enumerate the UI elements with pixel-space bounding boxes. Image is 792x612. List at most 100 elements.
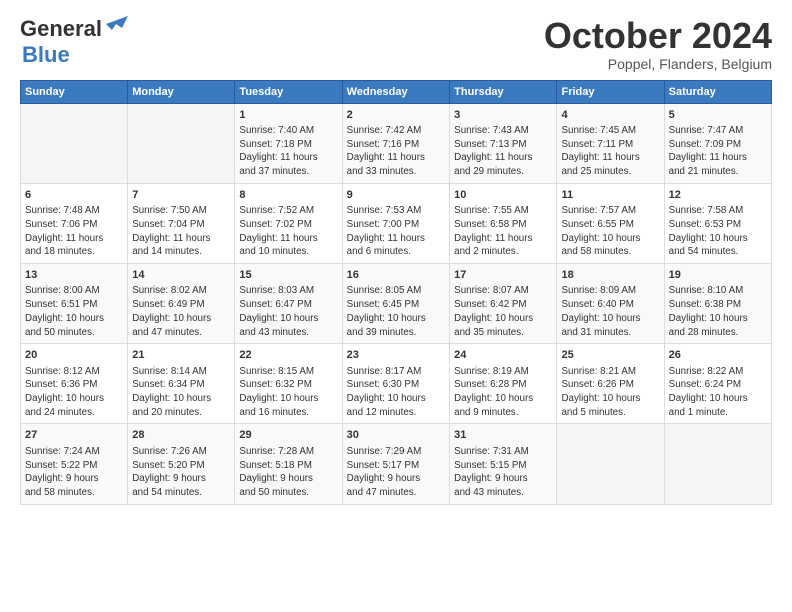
day-number: 2	[347, 108, 445, 123]
table-row: 20 Sunrise: 8:12 AM Sunset: 6:36 PM Dayli…	[21, 344, 128, 424]
table-row: 17Sunrise: 8:07 AM Sunset: 6:42 PM Dayli…	[450, 264, 557, 344]
day-number: 1	[239, 108, 337, 123]
logo-blue: Blue	[22, 42, 70, 67]
day-info: Sunrise: 7:31 AM Sunset: 5:15 PM Dayligh…	[454, 445, 552, 500]
day-number: 29	[239, 428, 337, 443]
day-number: 10	[454, 188, 552, 203]
table-row: 1Sunrise: 7:40 AM Sunset: 7:18 PM Daylig…	[235, 103, 342, 183]
col-sunday: Sunday	[21, 80, 128, 103]
day-info: Sunrise: 8:14 AM Sunset: 6:34 PM Dayligh…	[132, 365, 230, 420]
day-info: Sunrise: 7:45 AM Sunset: 7:11 PM Dayligh…	[561, 124, 659, 179]
col-tuesday: Tuesday	[235, 80, 342, 103]
table-row: 3Sunrise: 7:43 AM Sunset: 7:13 PM Daylig…	[450, 103, 557, 183]
table-row: 13Sunrise: 8:00 AM Sunset: 6:51 PM Dayli…	[21, 264, 128, 344]
col-friday: Friday	[557, 80, 664, 103]
day-info: Sunrise: 7:28 AM Sunset: 5:18 PM Dayligh…	[239, 445, 337, 500]
table-row: 5Sunrise: 7:47 AM Sunset: 7:09 PM Daylig…	[664, 103, 771, 183]
day-number: 14	[132, 268, 230, 283]
day-number: 18	[561, 268, 659, 283]
title-block: October 2024 Poppel, Flanders, Belgium	[544, 16, 772, 72]
table-row: 8Sunrise: 7:52 AM Sunset: 7:02 PM Daylig…	[235, 183, 342, 263]
day-info: Sunrise: 7:42 AM Sunset: 7:16 PM Dayligh…	[347, 124, 445, 179]
day-number: 7	[132, 188, 230, 203]
day-info: Sunrise: 8:03 AM Sunset: 6:47 PM Dayligh…	[239, 284, 337, 339]
day-number: 9	[347, 188, 445, 203]
day-info: Sunrise: 7:48 AM Sunset: 7:06 PM Dayligh…	[25, 204, 123, 259]
day-number: 25	[561, 348, 659, 363]
day-info: Sunrise: 8:12 AM Sunset: 6:36 PM Dayligh…	[25, 365, 123, 420]
day-info: Sunrise: 7:47 AM Sunset: 7:09 PM Dayligh…	[669, 124, 767, 179]
day-number: 17	[454, 268, 552, 283]
table-row: 6Sunrise: 7:48 AM Sunset: 7:06 PM Daylig…	[21, 183, 128, 263]
table-row: 4Sunrise: 7:45 AM Sunset: 7:11 PM Daylig…	[557, 103, 664, 183]
table-row: 16Sunrise: 8:05 AM Sunset: 6:45 PM Dayli…	[342, 264, 449, 344]
table-row	[128, 103, 235, 183]
day-info: Sunrise: 7:26 AM Sunset: 5:20 PM Dayligh…	[132, 445, 230, 500]
day-number: 20	[25, 348, 123, 363]
calendar-body: 1Sunrise: 7:40 AM Sunset: 7:18 PM Daylig…	[21, 103, 772, 504]
table-row: 18Sunrise: 8:09 AM Sunset: 6:40 PM Dayli…	[557, 264, 664, 344]
day-info: Sunrise: 8:02 AM Sunset: 6:49 PM Dayligh…	[132, 284, 230, 339]
day-number: 6	[25, 188, 123, 203]
day-info: Sunrise: 7:58 AM Sunset: 6:53 PM Dayligh…	[669, 204, 767, 259]
day-number: 15	[239, 268, 337, 283]
day-number: 30	[347, 428, 445, 443]
header: General Blue October 2024 Poppel, Flande…	[20, 16, 772, 72]
logo: General Blue	[20, 16, 128, 68]
day-number: 31	[454, 428, 552, 443]
table-row	[664, 424, 771, 504]
day-info: Sunrise: 7:52 AM Sunset: 7:02 PM Dayligh…	[239, 204, 337, 259]
week-row-2: 6Sunrise: 7:48 AM Sunset: 7:06 PM Daylig…	[21, 183, 772, 263]
table-row: 9Sunrise: 7:53 AM Sunset: 7:00 PM Daylig…	[342, 183, 449, 263]
day-info: Sunrise: 8:07 AM Sunset: 6:42 PM Dayligh…	[454, 284, 552, 339]
table-row: 2Sunrise: 7:42 AM Sunset: 7:16 PM Daylig…	[342, 103, 449, 183]
table-row: 24 Sunrise: 8:19 AM Sunset: 6:28 PM Dayli…	[450, 344, 557, 424]
table-row: 14Sunrise: 8:02 AM Sunset: 6:49 PM Dayli…	[128, 264, 235, 344]
table-row	[557, 424, 664, 504]
table-row: 25 Sunrise: 8:21 AM Sunset: 6:26 PM Dayli…	[557, 344, 664, 424]
week-row-1: 1Sunrise: 7:40 AM Sunset: 7:18 PM Daylig…	[21, 103, 772, 183]
week-row-5: 27 Sunrise: 7:24 AM Sunset: 5:22 PM Dayli…	[21, 424, 772, 504]
header-row: Sunday Monday Tuesday Wednesday Thursday…	[21, 80, 772, 103]
day-info: Sunrise: 8:22 AM Sunset: 6:24 PM Dayligh…	[669, 365, 767, 420]
day-number: 22	[239, 348, 337, 363]
day-info: Sunrise: 7:50 AM Sunset: 7:04 PM Dayligh…	[132, 204, 230, 259]
col-monday: Monday	[128, 80, 235, 103]
day-number: 24	[454, 348, 552, 363]
week-row-3: 13Sunrise: 8:00 AM Sunset: 6:51 PM Dayli…	[21, 264, 772, 344]
week-row-4: 20 Sunrise: 8:12 AM Sunset: 6:36 PM Dayli…	[21, 344, 772, 424]
table-row: 12Sunrise: 7:58 AM Sunset: 6:53 PM Dayli…	[664, 183, 771, 263]
table-row: 28 Sunrise: 7:26 AM Sunset: 5:20 PM Dayli…	[128, 424, 235, 504]
day-number: 3	[454, 108, 552, 123]
table-row: 7Sunrise: 7:50 AM Sunset: 7:04 PM Daylig…	[128, 183, 235, 263]
table-row: 26Sunrise: 8:22 AM Sunset: 6:24 PM Dayli…	[664, 344, 771, 424]
table-row: 29 Sunrise: 7:28 AM Sunset: 5:18 PM Dayli…	[235, 424, 342, 504]
day-info: Sunrise: 7:40 AM Sunset: 7:18 PM Dayligh…	[239, 124, 337, 179]
day-info: Sunrise: 8:21 AM Sunset: 6:26 PM Dayligh…	[561, 365, 659, 420]
table-row: 11Sunrise: 7:57 AM Sunset: 6:55 PM Dayli…	[557, 183, 664, 263]
location: Poppel, Flanders, Belgium	[544, 56, 772, 72]
day-info: Sunrise: 8:19 AM Sunset: 6:28 PM Dayligh…	[454, 365, 552, 420]
table-row: 10Sunrise: 7:55 AM Sunset: 6:58 PM Dayli…	[450, 183, 557, 263]
day-number: 28	[132, 428, 230, 443]
day-number: 27	[25, 428, 123, 443]
day-info: Sunrise: 7:53 AM Sunset: 7:00 PM Dayligh…	[347, 204, 445, 259]
day-info: Sunrise: 8:05 AM Sunset: 6:45 PM Dayligh…	[347, 284, 445, 339]
day-info: Sunrise: 7:57 AM Sunset: 6:55 PM Dayligh…	[561, 204, 659, 259]
day-info: Sunrise: 8:10 AM Sunset: 6:38 PM Dayligh…	[669, 284, 767, 339]
day-number: 13	[25, 268, 123, 283]
table-row: 19Sunrise: 8:10 AM Sunset: 6:38 PM Dayli…	[664, 264, 771, 344]
day-info: Sunrise: 7:24 AM Sunset: 5:22 PM Dayligh…	[25, 445, 123, 500]
day-number: 8	[239, 188, 337, 203]
table-row: 27 Sunrise: 7:24 AM Sunset: 5:22 PM Dayli…	[21, 424, 128, 504]
day-number: 21	[132, 348, 230, 363]
day-number: 12	[669, 188, 767, 203]
col-wednesday: Wednesday	[342, 80, 449, 103]
page: General Blue October 2024 Poppel, Flande…	[0, 0, 792, 612]
month-title: October 2024	[544, 16, 772, 56]
day-number: 11	[561, 188, 659, 203]
day-info: Sunrise: 7:29 AM Sunset: 5:17 PM Dayligh…	[347, 445, 445, 500]
day-info: Sunrise: 7:55 AM Sunset: 6:58 PM Dayligh…	[454, 204, 552, 259]
day-info: Sunrise: 8:00 AM Sunset: 6:51 PM Dayligh…	[25, 284, 123, 339]
table-row	[21, 103, 128, 183]
